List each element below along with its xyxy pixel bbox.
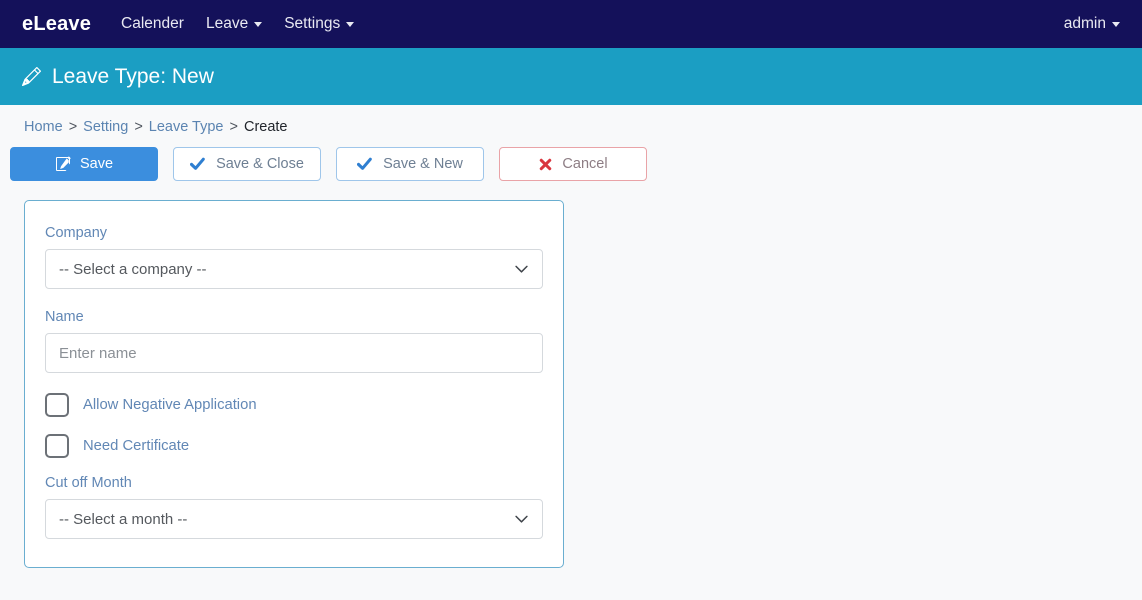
save-button-label: Save (79, 156, 114, 172)
breadcrumb-item-home[interactable]: Home (24, 119, 63, 135)
breadcrumb-separator: > (229, 119, 238, 135)
need-certificate-row: Need Certificate (45, 434, 543, 458)
breadcrumb-item-create: Create (243, 119, 288, 135)
save-and-new-button[interactable]: Save & New (336, 147, 484, 181)
chevron-down-icon (254, 21, 263, 27)
company-label: Company (45, 225, 108, 241)
save-and-close-button-label: Save & Close (216, 156, 304, 172)
cut-off-month-field: Cut off Month (45, 475, 543, 539)
chevron-down-icon (1112, 21, 1120, 27)
allow-negative-application-row: Allow Negative Application (45, 393, 543, 417)
pencil-icon (22, 67, 41, 86)
action-toolbar: Save Save & Close Save & New Cancel (0, 135, 1142, 181)
breadcrumb-item-leave-type[interactable]: Leave Type (149, 119, 224, 135)
cut-off-month-label: Cut off Month (45, 475, 132, 491)
top-navbar: eLeave Calender Leave Settings admin (0, 0, 1142, 48)
page-title: Leave Type: New (52, 64, 214, 88)
breadcrumb-separator: > (68, 119, 78, 135)
leave-type-form-card: Company Name Allow Negative Application … (24, 200, 564, 568)
nav-item-settings-label: Settings (284, 15, 341, 32)
name-label: Name (45, 309, 84, 325)
breadcrumb: Home > Setting > Leave Type > Create (0, 105, 1142, 135)
save-and-close-button[interactable]: Save & Close (173, 147, 321, 181)
cut-off-month-select[interactable] (45, 499, 543, 539)
save-and-new-button-label: Save & New (383, 156, 463, 172)
allow-negative-application-label[interactable]: Allow Negative Application (83, 397, 257, 413)
nav-item-settings[interactable]: Settings (284, 15, 355, 33)
check-icon (357, 156, 374, 173)
user-menu-label: admin (1063, 15, 1106, 32)
company-field: Company (45, 225, 543, 289)
cancel-button-label: Cancel (562, 156, 608, 172)
brand-logo[interactable]: eLeave (22, 13, 91, 36)
allow-negative-application-checkbox[interactable] (45, 393, 69, 417)
breadcrumb-item-setting[interactable]: Setting (83, 119, 128, 135)
x-icon (538, 157, 553, 172)
save-button[interactable]: Save (10, 147, 158, 181)
name-input[interactable] (45, 333, 543, 373)
check-icon (190, 156, 207, 173)
company-select[interactable] (45, 249, 543, 289)
cancel-button[interactable]: Cancel (499, 147, 647, 181)
nav-item-calender-label: Calender (121, 15, 184, 32)
breadcrumb-separator: > (134, 119, 143, 135)
name-field: Name (45, 309, 543, 373)
need-certificate-label[interactable]: Need Certificate (83, 438, 189, 454)
cut-off-month-select-wrap (45, 499, 543, 539)
company-select-wrap (45, 249, 543, 289)
nav-links: Calender Leave Settings (121, 15, 355, 33)
nav-item-leave[interactable]: Leave (205, 15, 263, 33)
nav-item-leave-label: Leave (205, 15, 249, 32)
user-menu-admin[interactable]: admin (1064, 15, 1120, 33)
nav-item-calender[interactable]: Calender (121, 15, 184, 33)
need-certificate-checkbox[interactable] (45, 434, 69, 458)
page-header-bar: Leave Type: New (0, 48, 1142, 105)
nav-right: admin (1064, 15, 1120, 33)
edit-square-icon (55, 156, 71, 172)
chevron-down-icon (346, 21, 355, 27)
